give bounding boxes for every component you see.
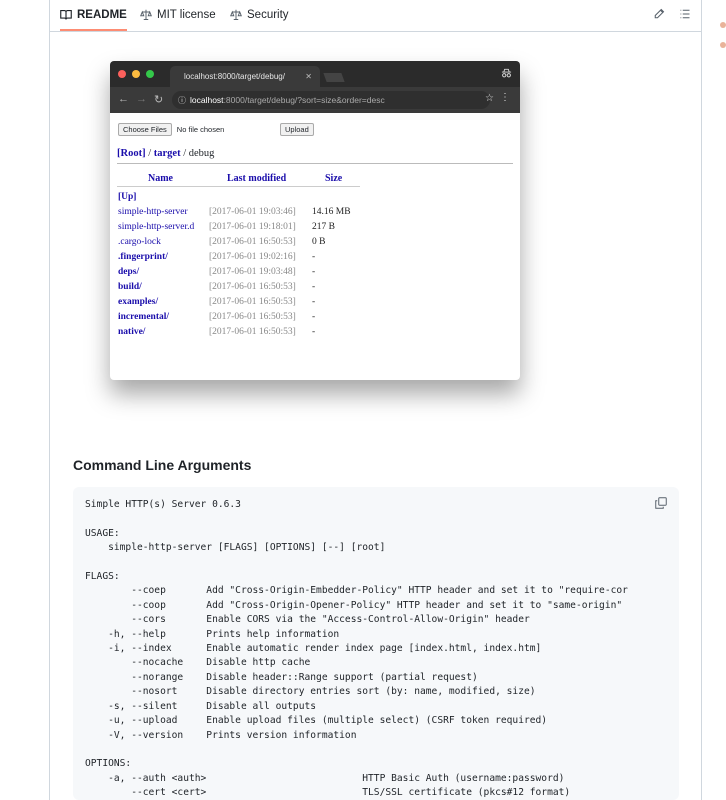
tab-security-label: Security	[247, 9, 289, 21]
breadcrumb: [Root] / target / debug	[117, 148, 214, 159]
file-size: 14.16 MB	[312, 207, 351, 217]
minimize-dot-icon	[132, 70, 140, 78]
column-header-size: Size	[325, 173, 343, 184]
tab-mit-license-label: MIT license	[157, 9, 216, 21]
list-item: simple-http-server [2017-06-01 19:03:46] 1…	[118, 207, 351, 217]
up-link: [Up]	[118, 192, 137, 202]
section-heading: Command Line Arguments	[73, 457, 252, 473]
file-date: [2017-06-01 16:50:53]	[209, 297, 296, 307]
list-item: simple-http-server.d [2017-06-01 19:18:01…	[118, 222, 335, 232]
crumb-separator: /	[180, 148, 189, 159]
browser-tab-title: localhost:8000/target/debug/	[184, 72, 285, 81]
url-host: localhost	[190, 95, 224, 105]
file-name: deps/	[118, 267, 140, 277]
reload-icon: ↻	[154, 94, 164, 106]
file-size: -	[312, 252, 316, 262]
file-name: simple-http-server	[118, 207, 188, 217]
list-item: .cargo-lock [2017-06-01 16:50:53] 0 B	[118, 237, 325, 247]
file-date: [2017-06-01 19:02:16]	[209, 252, 296, 262]
file-size: -	[312, 312, 316, 322]
choose-files-button: Choose Files	[118, 123, 172, 136]
file-date: [2017-06-01 16:50:53]	[209, 237, 296, 247]
file-date: [2017-06-01 16:50:53]	[209, 312, 296, 322]
list-item: incremental/ [2017-06-01 16:50:53] -	[118, 312, 315, 322]
list-item-up: [Up]	[118, 192, 136, 202]
readme-tab-bar: README MIT license Security	[50, 0, 701, 32]
list-item: deps/ [2017-06-01 19:03:48] -	[118, 267, 315, 277]
file-date: [2017-06-01 16:50:53]	[209, 327, 296, 337]
crumb-root: [Root]	[117, 148, 146, 159]
list-item: .fingerprint/ [2017-06-01 19:02:16] -	[118, 252, 315, 262]
file-date: [2017-06-01 19:03:48]	[209, 267, 296, 277]
pencil-icon[interactable]	[653, 8, 665, 20]
file-size: 217 B	[312, 222, 335, 232]
file-name: build/	[118, 282, 142, 292]
star-icon: ☆	[485, 93, 494, 104]
new-tab-icon	[323, 73, 345, 82]
upload-button: Upload	[280, 123, 314, 136]
crumb-target: target	[153, 148, 181, 159]
browser-tab: localhost:8000/target/debug/ ✕	[170, 66, 320, 87]
maximize-dot-icon	[146, 70, 154, 78]
file-name: native/	[118, 327, 146, 337]
no-file-text: No file chosen	[176, 125, 225, 134]
browser-page: Choose Files No file chosen Upload [Root…	[110, 113, 520, 380]
code-text: Simple HTTP(s) Server 0.6.3 USAGE: simpl…	[85, 499, 628, 799]
browser-url-bar: ⓘ localhost:8000/target/debug/?sort=size…	[172, 91, 490, 109]
incognito-icon	[501, 68, 512, 78]
browser-toolbar: ← → ↻ ⓘ localhost:8000/target/debug/?sor…	[110, 87, 520, 113]
code-block: Simple HTTP(s) Server 0.6.3 USAGE: simpl…	[73, 487, 679, 800]
tab-mit-license[interactable]: MIT license	[140, 0, 216, 30]
file-size: -	[312, 282, 316, 292]
file-size: -	[312, 267, 316, 277]
tab-readme[interactable]: README	[60, 0, 127, 31]
law-icon	[140, 9, 152, 20]
law-icon	[230, 9, 242, 20]
file-date: [2017-06-01 16:50:53]	[209, 282, 296, 292]
crumb-current: debug	[188, 148, 215, 159]
column-header-name: Name	[148, 173, 173, 184]
url-path: :8000/target/debug/?sort=size&order=desc	[223, 95, 385, 105]
copy-icon[interactable]	[655, 497, 667, 509]
browser-screenshot: localhost:8000/target/debug/ ✕ ← → ↻ ⓘ l…	[110, 61, 520, 380]
list-item: native/ [2017-06-01 16:50:53] -	[118, 327, 315, 337]
file-name: .fingerprint/	[118, 252, 168, 262]
browser-tab-strip: localhost:8000/target/debug/ ✕	[110, 61, 520, 87]
left-border	[49, 0, 50, 800]
list-item: examples/ [2017-06-01 16:50:53] -	[118, 297, 315, 307]
file-name: simple-http-server.d	[118, 222, 195, 232]
edge-decoration	[720, 22, 726, 62]
crumb-separator: /	[145, 148, 154, 159]
menu-dots-icon: ⋮	[500, 92, 510, 103]
forward-arrow-icon: →	[136, 93, 147, 105]
file-size: -	[312, 297, 316, 307]
info-icon: ⓘ	[178, 95, 186, 105]
divider	[117, 163, 513, 164]
file-date: [2017-06-01 19:18:01]	[209, 222, 296, 232]
tab-security[interactable]: Security	[230, 0, 289, 30]
file-name: incremental/	[118, 312, 170, 322]
list-item: build/ [2017-06-01 16:50:53] -	[118, 282, 315, 292]
back-arrow-icon: ←	[118, 93, 129, 105]
file-size: -	[312, 327, 316, 337]
tab-readme-label: README	[77, 8, 127, 21]
column-header-modified: Last modified	[227, 173, 287, 184]
close-dot-icon	[118, 70, 126, 78]
close-icon: ✕	[305, 72, 312, 81]
list-icon[interactable]	[679, 8, 691, 20]
file-size: 0 B	[312, 237, 326, 247]
divider	[117, 186, 360, 187]
book-icon	[60, 9, 72, 20]
file-name: examples/	[118, 297, 159, 307]
file-name: .cargo-lock	[118, 237, 161, 247]
right-border	[701, 0, 702, 800]
file-date: [2017-06-01 19:03:46]	[209, 207, 296, 217]
